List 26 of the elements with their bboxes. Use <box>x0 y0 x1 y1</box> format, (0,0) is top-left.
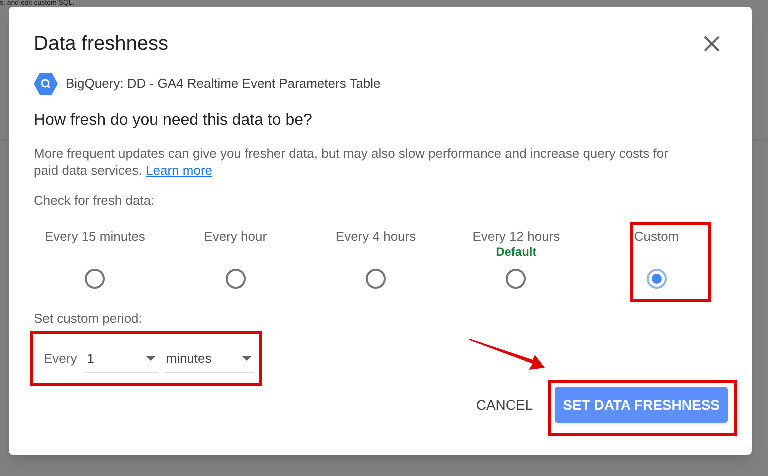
bigquery-icon <box>34 73 58 95</box>
caret-icon <box>146 356 156 361</box>
learn-more-link[interactable]: Learn more <box>146 163 213 178</box>
close-icon <box>704 36 720 52</box>
radio-button[interactable] <box>85 268 106 288</box>
dialog-title: Data freshness <box>34 32 169 57</box>
radio-button[interactable] <box>226 268 246 288</box>
option-label: Every hour <box>204 228 268 242</box>
default-label: Default <box>496 244 537 258</box>
question-text: How fresh do you need this data to be? <box>34 111 314 131</box>
cancel-button[interactable]: CANCEL <box>468 387 542 423</box>
custom-period-label: Set custom period: <box>34 310 144 328</box>
check-label: Check for fresh data: <box>34 192 156 210</box>
every-label: Every <box>44 350 78 368</box>
radio-button[interactable] <box>646 268 667 288</box>
radio-button[interactable] <box>366 268 386 288</box>
amount-dropdown[interactable]: 1 <box>85 345 158 373</box>
option-label: Custom <box>634 228 680 242</box>
radio-button[interactable] <box>506 268 526 288</box>
caret-icon <box>242 356 252 361</box>
option-label: Every 15 minutes <box>44 228 146 242</box>
option-label: Every 12 hours <box>472 228 560 242</box>
data-source-name: BigQuery: DD - GA4 Realtime Event Parameters Table <box>66 75 381 94</box>
option-label: Every 4 hours <box>336 228 416 242</box>
unit-dropdown[interactable]: minutes <box>164 345 254 373</box>
description-text: More frequent updates can give you fresher data, but may also slow performance and increase query costs for paid data services. Learn more <box>34 145 670 179</box>
